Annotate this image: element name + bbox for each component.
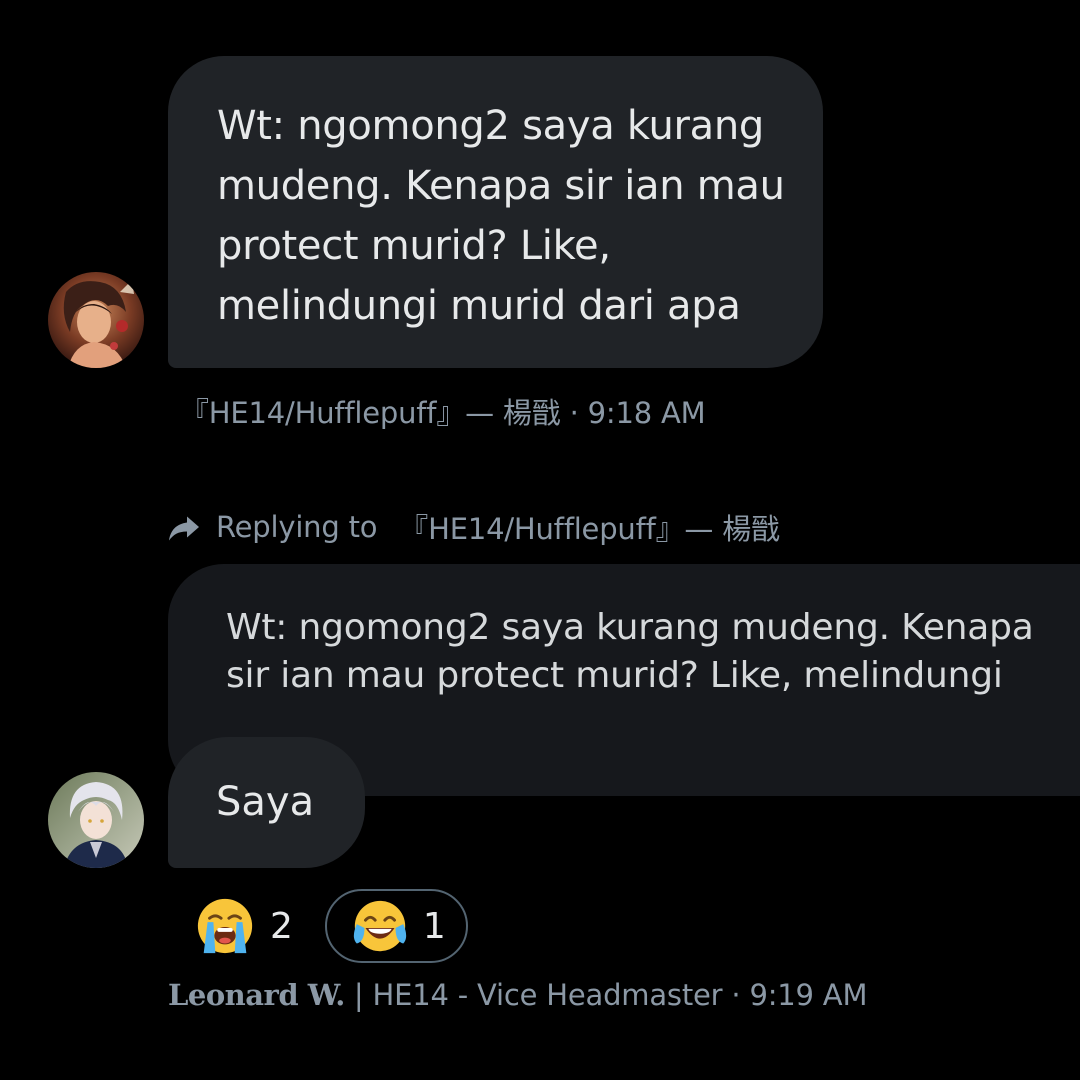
message-meta-1: 『HE14/Hufflepuff』— 楊戩 · 9:18 AM bbox=[180, 390, 706, 432]
reply-prefix: Replying to bbox=[216, 510, 378, 544]
reaction-count: 1 bbox=[422, 905, 446, 947]
sender-avatar-2[interactable] bbox=[48, 772, 144, 868]
message-bubble-1[interactable]: Wt: ngomong2 saya kurang mudeng. Kenapa … bbox=[168, 56, 823, 368]
message-time: 9:19 AM bbox=[749, 978, 868, 1012]
reaction-laughing[interactable]: 1 bbox=[324, 889, 468, 963]
reaction-count: 2 bbox=[270, 905, 293, 947]
meta-separator: · bbox=[569, 396, 579, 430]
quoted-message-text: Wt: ngomong2 saya kurang mudeng. Kenapa … bbox=[226, 607, 1034, 696]
message-bubble-2[interactable]: Saya bbox=[168, 737, 365, 868]
sender-name[interactable]: Leonard W. bbox=[168, 978, 345, 1012]
message-text: Wt: ngomong2 saya kurang mudeng. Kenapa … bbox=[217, 103, 785, 329]
reply-to-name: 『HE14/Hufflepuff』— 楊戩 bbox=[399, 512, 780, 546]
avatar-image bbox=[48, 772, 144, 868]
reply-arrow-icon bbox=[169, 516, 199, 541]
loudly-crying-face-icon bbox=[197, 898, 253, 954]
message-meta-2: Leonard W. | HE14 - Vice Headmaster · 9:… bbox=[168, 978, 867, 1012]
message-time: 9:18 AM bbox=[587, 396, 706, 430]
avatar-image bbox=[48, 272, 144, 368]
reaction-crying[interactable]: 2 bbox=[192, 890, 297, 962]
sender-avatar-1[interactable] bbox=[48, 272, 144, 368]
face-with-tears-of-joy-icon bbox=[353, 900, 407, 952]
sender-title: | HE14 - Vice Headmaster bbox=[353, 978, 723, 1012]
reaction-bar: 2 1 bbox=[192, 888, 468, 964]
message-text: Saya bbox=[216, 779, 315, 825]
sender-name[interactable]: 『HE14/Hufflepuff』— 楊戩 bbox=[180, 396, 561, 430]
reply-indicator[interactable]: Replying to 『HE14/Hufflepuff』— 楊戩 bbox=[166, 507, 780, 547]
meta-separator: · bbox=[731, 978, 741, 1012]
